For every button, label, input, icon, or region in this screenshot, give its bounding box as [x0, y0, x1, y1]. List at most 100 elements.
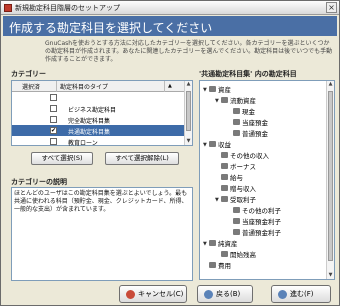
tree-item[interactable]: 開始残高 — [215, 249, 256, 259]
intro-text: GnuCashを使おうとする方法に対応したカテゴリーを選択してください。各カテゴ… — [45, 40, 333, 63]
account-icon — [221, 185, 228, 191]
account-icon — [221, 97, 228, 103]
category-row[interactable]: ✔ 共通勘定科目集 — [12, 125, 192, 136]
tree-item-label: 純資産 — [218, 240, 238, 248]
tree-item[interactable]: 当座預金 — [227, 117, 268, 127]
setup-dialog: 新規勘定科目階層のセットアップ × 作成する勘定科目を選択してください GnuC… — [0, 0, 340, 306]
tree-item[interactable]: その他の利子 — [227, 205, 281, 215]
col-selected-header[interactable]: 選択済 — [22, 82, 40, 91]
scroll-thumb[interactable] — [328, 91, 333, 261]
tree-item-label: 当座預金利子 — [242, 218, 281, 226]
tree-item[interactable]: ▼ 資産 — [203, 84, 231, 94]
sort-arrow-icon: ▲ — [168, 83, 172, 89]
forward-label: 進む(F) — [290, 290, 314, 298]
scroll-down-icon[interactable]: ▼ — [185, 138, 192, 145]
description-text: ほとんどのユーザはこの勘定科目集を選ぶとよいでしょう。最も共通に使われる科目（預… — [14, 190, 188, 213]
cancel-button[interactable]: キャンセル(C) — [119, 285, 187, 303]
title-bar: 新規勘定科目階層のセットアップ × — [1, 1, 339, 15]
category-name: ビジネス勘定科目 — [68, 107, 117, 114]
category-row[interactable]: 完全勘定科目集 — [12, 114, 192, 125]
account-icon — [221, 152, 228, 158]
tree-item-label: 収益 — [218, 141, 231, 149]
categories-list: 選択済 勘定科目のタイプ ▲ ビジネス勘定科目 完全勘定科目集 ✔ 共通勘定科目集 教育… — [11, 80, 193, 147]
back-label: 戻る(B) — [216, 290, 241, 298]
accounts-scrollbar[interactable]: ▲ ▼ — [326, 81, 334, 279]
tree-item[interactable]: 現金 — [227, 106, 255, 116]
tree-item-label: その他の利子 — [242, 207, 281, 215]
tree-item[interactable]: その他の収入 — [215, 150, 269, 160]
back-arrow-icon — [204, 289, 213, 299]
tree-item-label: 開始残高 — [230, 251, 256, 259]
categories-header: 選択済 勘定科目のタイプ ▲ — [12, 81, 192, 92]
tree-item-label: 費用 — [218, 262, 231, 270]
window-title: 新規勘定科目階層のセットアップ — [15, 4, 120, 12]
category-row[interactable]: 教育ローン — [12, 136, 192, 147]
col-type-header[interactable]: 勘定科目のタイプ — [60, 82, 108, 91]
tree-item-label: 資産 — [218, 86, 231, 94]
tree-item[interactable]: ▼ 純資産 — [203, 238, 238, 248]
select-all-button[interactable]: すべて選択(S) — [31, 152, 93, 165]
cancel-label: キャンセル(C) — [138, 290, 184, 298]
scroll-up-icon[interactable]: ▲ — [327, 81, 334, 88]
tree-item[interactable]: 費用 — [203, 260, 231, 270]
categories-scrollbar[interactable]: ▲ ▼ — [184, 81, 192, 145]
category-checkbox[interactable] — [50, 94, 57, 101]
category-name: 共通勘定科目集 — [68, 129, 111, 136]
account-icon — [233, 119, 240, 125]
page-title: 作成する勘定科目を選択してください — [9, 21, 213, 35]
account-icon — [221, 174, 228, 180]
categories-label: カテゴリー — [11, 70, 46, 78]
tree-item[interactable]: 当座預金利子 — [227, 216, 281, 226]
forward-arrow-icon — [278, 289, 287, 299]
tree-item-label: 受取利子 — [230, 196, 256, 204]
tree-item[interactable]: ▼ 受取利子 — [215, 194, 256, 204]
tree-item-label: ボーナス — [230, 163, 256, 171]
category-checkbox[interactable] — [50, 138, 57, 145]
account-icon — [209, 141, 216, 147]
account-icon — [221, 196, 228, 202]
category-row[interactable] — [12, 92, 192, 103]
tree-item[interactable]: 贈与収入 — [215, 183, 256, 193]
category-checkbox[interactable]: ✔ — [50, 127, 57, 134]
category-name: 教育ローン — [68, 140, 98, 147]
tree-item-label: 普通預金 — [242, 130, 268, 138]
tree-item-label: 贈与収入 — [230, 185, 256, 193]
account-icon — [221, 163, 228, 169]
tree-item-label: 現金 — [242, 108, 255, 116]
account-icon — [209, 240, 216, 246]
cancel-icon — [126, 289, 135, 299]
account-icon — [209, 86, 216, 92]
accounts-label: '共通勘定科目集' 内の勘定科目 — [199, 70, 297, 78]
tree-item-label: 給与 — [230, 174, 243, 182]
scroll-up-icon[interactable]: ▲ — [185, 81, 192, 88]
close-button[interactable]: × — [326, 2, 337, 13]
category-row[interactable]: ビジネス勘定科目 — [12, 103, 192, 114]
account-icon — [233, 218, 240, 224]
account-icon — [233, 207, 240, 213]
account-icon — [233, 108, 240, 114]
app-icon — [4, 4, 12, 12]
scroll-down-icon[interactable]: ▼ — [327, 272, 334, 279]
back-button[interactable]: 戻る(B) — [197, 285, 253, 303]
tree-item-label: 当座預金 — [242, 119, 268, 127]
tree-item-label: 流動資産 — [230, 97, 256, 105]
category-checkbox[interactable] — [50, 105, 57, 112]
accounts-tree: ▼ 資産 ▼ 流動資産 現金 当座預金 普通預金 ▼ 収益 その他の収入 ボーナス 給与 贈与収入 ▼ 受取… — [199, 80, 335, 280]
description-box: ほとんどのユーザはこの勘定科目集を選ぶとよいでしょう。最も共通に使われる科目（預… — [11, 187, 193, 281]
scroll-thumb[interactable] — [186, 91, 191, 131]
tree-item[interactable]: 給与 — [215, 172, 243, 182]
tree-item[interactable]: ▼ 収益 — [203, 139, 231, 149]
tree-item[interactable]: ▼ 流動資産 — [215, 95, 256, 105]
tree-item[interactable]: 普通預金利子 — [227, 227, 281, 237]
account-icon — [233, 229, 240, 235]
tree-item[interactable]: ボーナス — [215, 161, 256, 171]
category-name: 完全勘定科目集 — [68, 118, 111, 125]
tree-item-label: その他の収入 — [230, 152, 269, 160]
forward-button[interactable]: 進む(F) — [271, 285, 331, 303]
clear-all-button[interactable]: すべて選択解除(L) — [105, 152, 179, 165]
account-icon — [209, 262, 216, 268]
account-icon — [221, 251, 228, 257]
tree-item[interactable]: 普通預金 — [227, 128, 268, 138]
account-icon — [233, 130, 240, 136]
category-checkbox[interactable] — [50, 116, 57, 123]
